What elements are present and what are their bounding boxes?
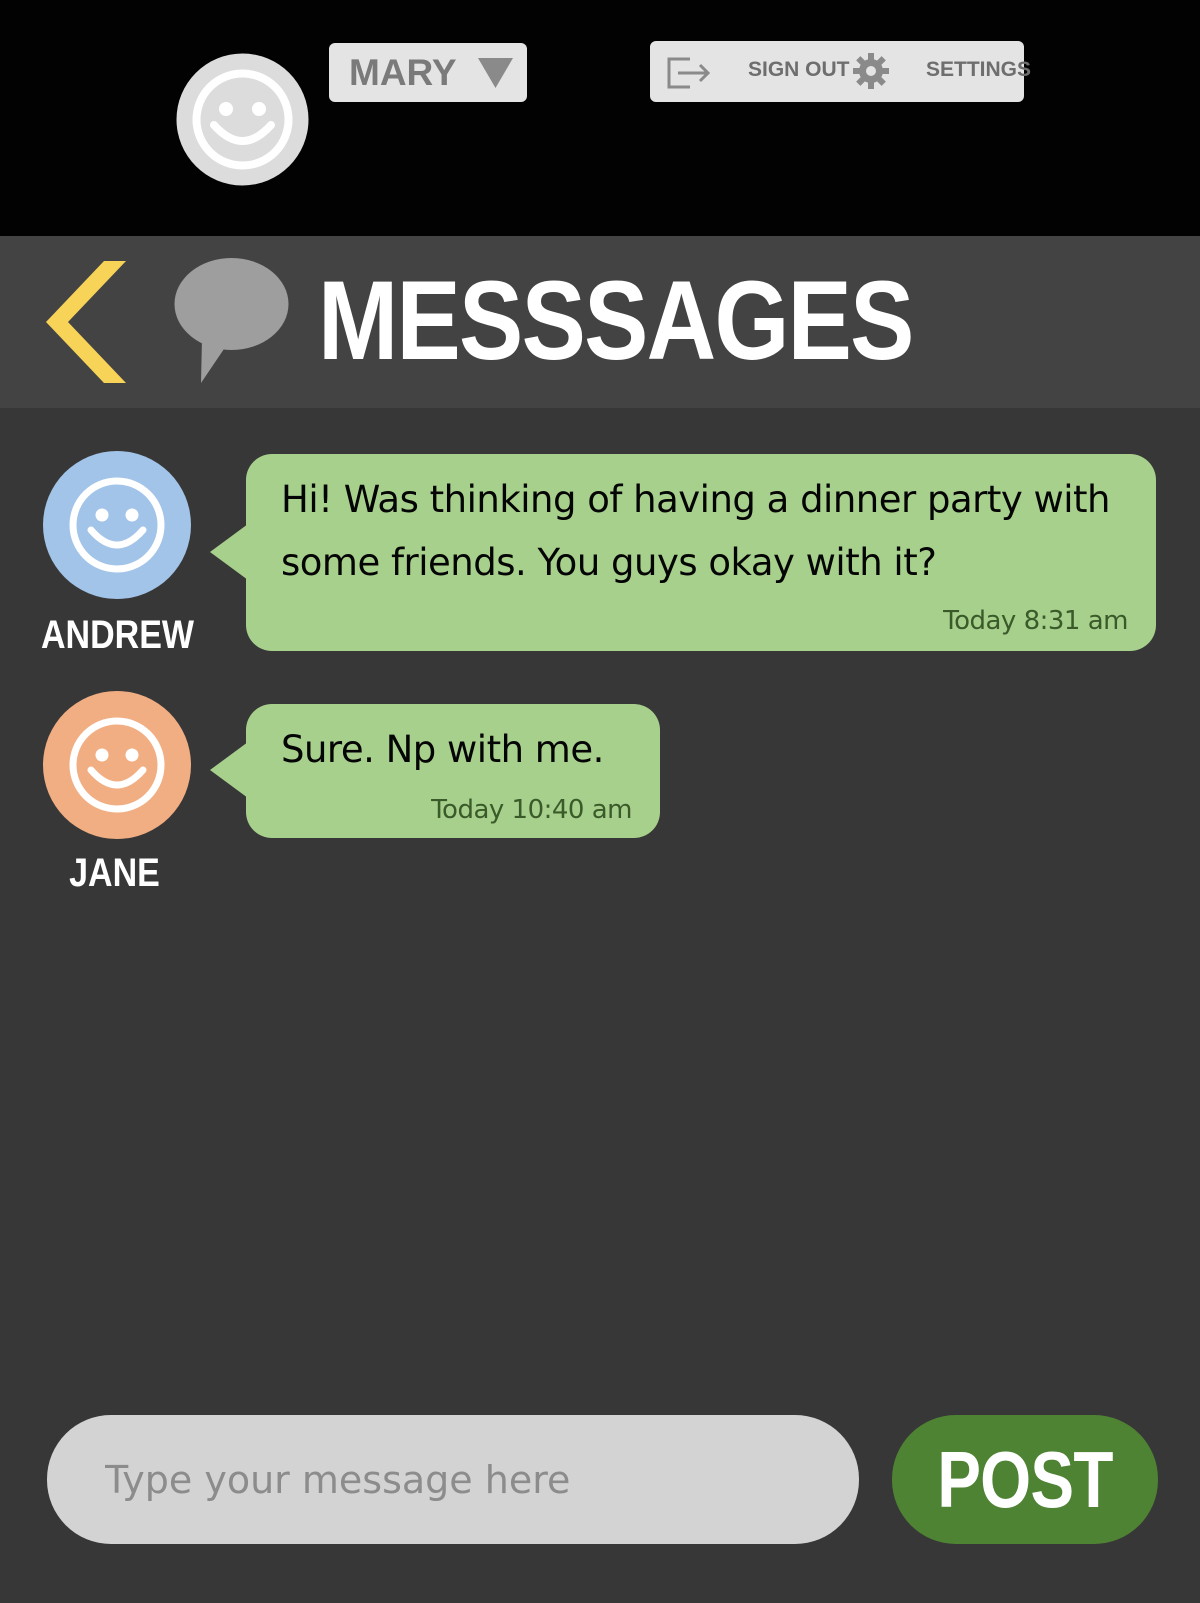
- message-bubble: Hi! Was thinking of having a dinner part…: [210, 454, 1156, 651]
- message-timestamp: Today 8:31 am: [943, 606, 1128, 636]
- page-title: MESSSAGES: [318, 258, 914, 383]
- message-item: JANE Sure. Np with me. Today 10:40 am: [0, 691, 1200, 895]
- sign-out-icon: [667, 57, 711, 89]
- top-bar: MARY SIGN OUT SETTINGS: [0, 0, 1200, 236]
- title-bar: MESSSAGES: [0, 236, 1200, 408]
- message-timestamp: Today 10:40 am: [431, 795, 632, 825]
- message-bubble: Sure. Np with me. Today 10:40 am: [210, 704, 660, 838]
- message-text: Hi! Was thinking of having a dinner part…: [281, 468, 1111, 594]
- sender-name: JANE: [69, 851, 160, 895]
- messages-screen: MARY SIGN OUT SETTINGS MESSSAGES ANDREW …: [0, 0, 1200, 1603]
- bubble-tail: [210, 742, 248, 798]
- post-button-label: POST: [937, 1435, 1113, 1524]
- sign-out-label: SIGN OUT: [748, 58, 850, 81]
- sign-out-button[interactable]: SIGN OUT: [650, 41, 850, 102]
- account-menu: SIGN OUT SETTINGS: [650, 41, 1031, 102]
- gear-icon: [853, 53, 889, 89]
- user-select-dropdown[interactable]: MARY: [329, 43, 527, 102]
- message-text: Sure. Np with me.: [281, 718, 604, 781]
- settings-label: SETTINGS: [926, 58, 1032, 81]
- settings-button[interactable]: SETTINGS: [846, 41, 1031, 102]
- jane-avatar-smiley-icon[interactable]: [43, 691, 191, 839]
- post-button[interactable]: POST: [892, 1415, 1158, 1544]
- message-item: ANDREW Hi! Was thinking of having a dinn…: [0, 451, 1200, 657]
- message-text-line: Hi! Was thinking of having a dinner part…: [281, 478, 1111, 521]
- back-chevron-left-icon[interactable]: [46, 261, 128, 383]
- triangle-down-icon: [478, 58, 513, 88]
- current-user-avatar-icon[interactable]: [176, 53, 309, 186]
- message-input[interactable]: [47, 1415, 859, 1544]
- andrew-avatar-smiley-icon[interactable]: [43, 451, 191, 599]
- speech-bubble-icon: [174, 258, 289, 383]
- current-user-name: MARY: [349, 52, 457, 93]
- message-text-line: some friends. You guys okay with it?: [281, 541, 937, 584]
- message-text-line: Sure. Np with me.: [281, 728, 604, 771]
- sender-name: ANDREW: [41, 613, 194, 657]
- bubble-tail: [210, 524, 248, 580]
